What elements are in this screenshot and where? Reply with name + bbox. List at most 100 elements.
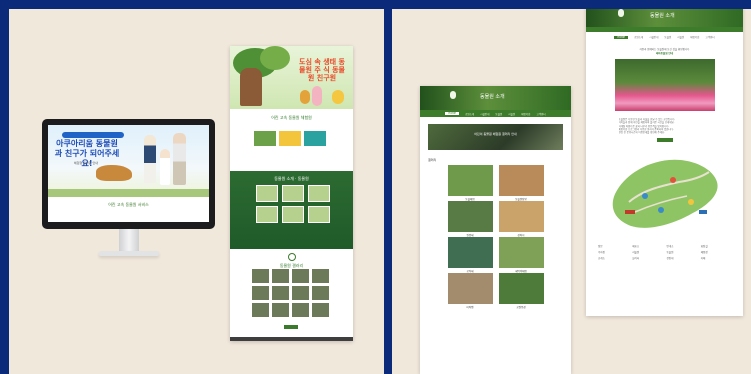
grass-strip	[48, 189, 209, 197]
menu-item[interactable]: 식물원	[677, 35, 684, 39]
child-figure	[160, 149, 170, 185]
tulip-garden-photo	[614, 59, 715, 111]
legend-item: 휴게소	[598, 257, 605, 261]
gallery-thumb[interactable]	[252, 303, 269, 317]
left-mockup-panel: 아쿠아리움 동물원과 친구가 되어주세요! 체험형 동물원 안내 어린 고속 동…	[9, 9, 384, 374]
map-marker-icon	[687, 199, 694, 206]
gallery-thumb[interactable]	[252, 269, 269, 283]
legend-item: 매표소	[632, 245, 640, 249]
park-map[interactable]	[605, 150, 725, 238]
park-map-illustration	[612, 160, 718, 229]
nav-item[interactable]: 고객센터	[536, 112, 545, 116]
map-marker-icon	[641, 193, 648, 200]
legend-item: 전망대	[666, 257, 674, 261]
hero-ribbon	[62, 132, 124, 138]
gallery-tile[interactable]: 원앙새	[447, 201, 493, 237]
legend-item: 동물원	[666, 251, 674, 255]
intro-thumb[interactable]	[256, 185, 278, 202]
menu-item[interactable]: 고객센터	[705, 35, 714, 39]
gallery-tile[interactable]: 공원풍경	[498, 273, 544, 309]
experience-card[interactable]	[304, 131, 326, 146]
monitor-base	[98, 251, 159, 256]
gallery-grid	[252, 269, 329, 317]
menu-item[interactable]: HOME	[614, 35, 628, 39]
nav-item[interactable]: 시설안내	[480, 112, 489, 116]
gallery-tile[interactable]: 공작새	[447, 237, 493, 273]
menu-item[interactable]: 시설안내	[649, 35, 658, 39]
intro-thumb[interactable]	[308, 185, 330, 202]
nav-item[interactable]: HOME	[445, 112, 459, 115]
site-logo-icon[interactable]	[618, 9, 624, 17]
experience-card[interactable]	[279, 131, 301, 146]
intro-thumb[interactable]	[308, 206, 330, 223]
menu-item[interactable]: 체험학습	[690, 35, 699, 39]
gallery-thumb[interactable]	[312, 286, 329, 300]
gallery-tile[interactable]: 동물체험	[447, 165, 493, 201]
gallery-title: 갤러리	[428, 158, 437, 162]
site-logo-text[interactable]: 동물원 소개	[650, 12, 675, 19]
site-logo-icon[interactable]	[450, 91, 456, 99]
monitor-bezel: 아쿠아리움 동물원과 친구가 되어주세요! 체험형 동물원 안내 어린 고속 동…	[42, 119, 215, 229]
gallery-thumb[interactable]	[252, 286, 269, 300]
rabbit-character	[312, 86, 322, 106]
gallery-thumb[interactable]	[292, 303, 309, 317]
intro-thumb[interactable]	[282, 206, 304, 223]
map-marker-icon	[657, 207, 664, 214]
more-button[interactable]	[284, 325, 298, 329]
gallery-tile[interactable]: 동물원탐방	[498, 165, 544, 201]
nav-item[interactable]: 체험학습	[521, 112, 530, 116]
section-title: 동물원 소개 · 동물원	[274, 176, 309, 181]
menu-item[interactable]: 공원소개	[634, 35, 643, 39]
legend-item: 체험장	[700, 251, 708, 255]
alpaca-figure	[240, 68, 262, 106]
body-line: 관람 전 운영시간과 이용안내를 확인해 주세요.	[618, 131, 665, 135]
intro-thumb[interactable]	[282, 185, 304, 202]
gallery-thumb[interactable]	[272, 286, 289, 300]
map-label-badge	[624, 210, 635, 215]
gallery-logo-icon	[287, 253, 296, 261]
intro-page-mockup: 동물원 소개 HOME 공원소개 시설안내 동물원 식물원 체험학습 고객센터 …	[586, 9, 743, 316]
gallery-thumb[interactable]	[292, 286, 309, 300]
gallery-thumb[interactable]	[312, 269, 329, 283]
gallery-tile[interactable]: 미어캣	[447, 273, 493, 309]
monitor-stand	[118, 229, 139, 251]
experience-cards	[254, 131, 326, 146]
desktop-monitor-mockup: 아쿠아리움 동물원과 친구가 되어주세요! 체험형 동물원 안내 어린 고속 동…	[42, 119, 215, 256]
legend-item: 놀이터	[632, 257, 640, 261]
intro-section: 동물원 소개 · 동물원	[230, 171, 353, 249]
gallery-section: 동물원 갤러리	[230, 249, 353, 337]
detail-button[interactable]	[656, 138, 673, 143]
gallery-thumb[interactable]	[312, 303, 329, 317]
nav-item[interactable]: 식물원	[508, 112, 515, 116]
intro-heading: 자연과 함께하는 동물원에 오신 것을 환영합니다 테마동물원 안내	[586, 48, 743, 56]
gallery-tile[interactable]: 강아지	[498, 201, 544, 237]
legend-item: 화장실	[700, 245, 708, 249]
nav-item[interactable]: 공원소개	[465, 112, 474, 116]
site-logo-text[interactable]: 동물원 소개	[480, 93, 505, 100]
person-figure	[144, 135, 156, 183]
nav-item[interactable]: 동물원	[495, 112, 502, 116]
gallery-thumb[interactable]	[292, 269, 309, 283]
intro-highlight: 테마동물원 안내	[656, 52, 673, 55]
map-land-shape	[612, 160, 718, 229]
gallery-page-mockup: 동물원 소개 HOME 공원소개 시설안내 동물원 식물원 체험학습 고객센터 …	[420, 86, 571, 374]
gallery-thumb[interactable]	[272, 269, 289, 283]
tree-shape	[260, 46, 290, 70]
experience-card[interactable]	[254, 131, 276, 146]
intro-body: 동물원은 다양한 동물과 식물을 만날 수 있는 공간입니다. 아이들과 함께 …	[619, 118, 711, 134]
menu-item[interactable]: 동물원	[664, 35, 671, 39]
legend-item: 안내소	[666, 245, 674, 249]
legend-item: 정문	[598, 245, 603, 249]
chick-character	[332, 90, 344, 104]
gallery-tile[interactable]: 새먹이체험	[498, 237, 544, 273]
legend-item: 주차장	[598, 251, 605, 255]
gallery-thumb[interactable]	[272, 303, 289, 317]
legend-item: 카페	[700, 257, 706, 261]
intro-thumb[interactable]	[256, 206, 278, 223]
feature-banner[interactable]: 어린이 동물원 체험원 갤러리 안내	[428, 124, 563, 150]
gallery-tile-label: 공원풍경	[516, 306, 526, 309]
legend-item: 식물원	[632, 251, 640, 255]
map-label-badge	[698, 210, 707, 215]
feature-caption: 어린이 동물원 체험원 갤러리 안내	[474, 132, 517, 136]
longpage-hero-title: 도심 속 생태 동물원 주 식 동물원 친구원	[299, 58, 345, 82]
